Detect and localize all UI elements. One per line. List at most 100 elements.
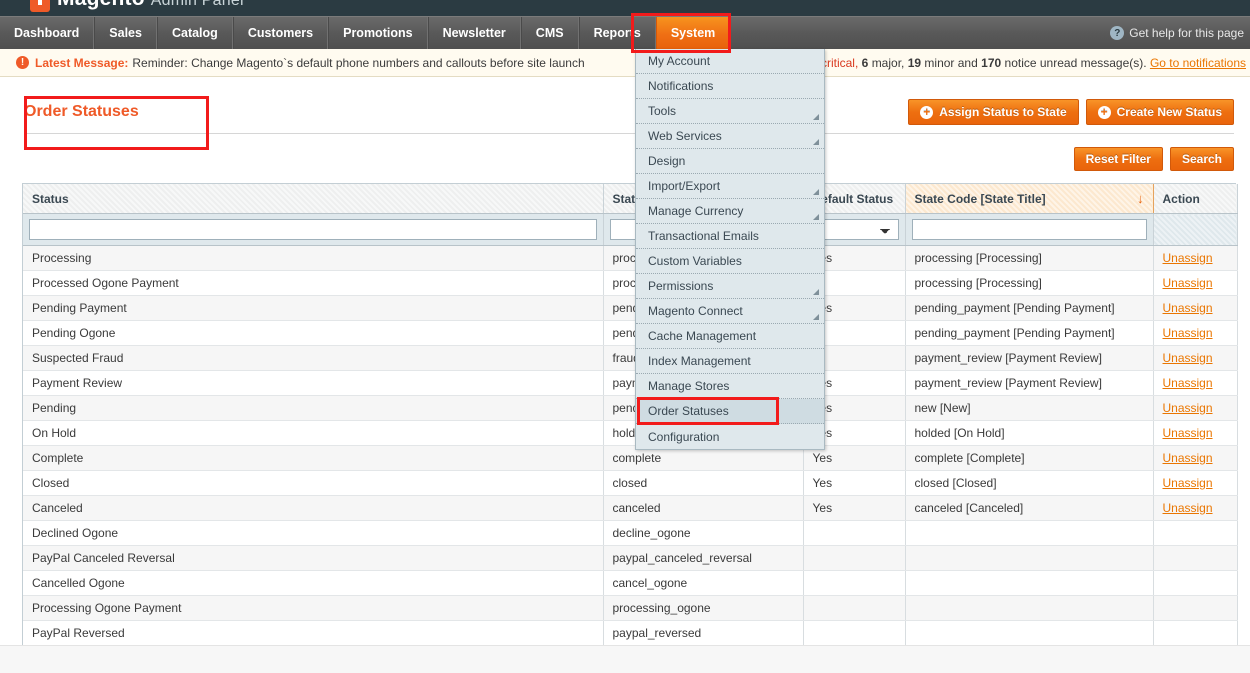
column-header-state-code[interactable]: State Code [State Title] ↓ — [904, 184, 1154, 214]
cell-action[interactable] — [1153, 520, 1238, 546]
unassign-link[interactable]: Unassign — [1163, 251, 1213, 265]
cell-action[interactable]: Unassign — [1153, 445, 1238, 471]
nav-item-newsletter[interactable]: Newsletter — [427, 17, 521, 49]
system-menu-item-custom-variables[interactable]: Custom Variables — [636, 249, 824, 274]
cell-status: Closed — [23, 470, 604, 496]
status-filter-input[interactable] — [29, 219, 597, 240]
table-row[interactable]: Pending Paymentpending_paymentYespending… — [23, 295, 1238, 321]
cell-state-code: processing [Processing] — [905, 245, 1154, 271]
cell-action[interactable]: Unassign — [1153, 245, 1238, 271]
cell-action[interactable]: Unassign — [1153, 420, 1238, 446]
cell-action[interactable]: Unassign — [1153, 395, 1238, 421]
page-header: Order Statuses + Assign Status to State … — [24, 91, 1234, 133]
plus-circle-icon: + — [1097, 105, 1111, 119]
unassign-link[interactable]: Unassign — [1163, 301, 1213, 315]
table-row[interactable]: Payment Reviewpayment_reviewYespayment_r… — [23, 370, 1238, 396]
table-row[interactable]: Declined Ogone decline_ogone — [23, 520, 1238, 546]
system-menu-item-permissions[interactable]: Permissions — [636, 274, 824, 299]
system-menu-item-manage-stores[interactable]: Manage Stores — [636, 374, 824, 399]
system-menu-item-magento-connect[interactable]: Magento Connect — [636, 299, 824, 324]
create-new-status-button[interactable]: + Create New Status — [1085, 99, 1234, 125]
system-menu-item-web-services[interactable]: Web Services — [636, 124, 824, 149]
system-menu-item-configuration[interactable]: Configuration — [636, 424, 824, 449]
nav-item-catalog[interactable]: Catalog — [156, 17, 233, 49]
table-row[interactable]: PendingpendingYesnew [New]Unassign — [23, 395, 1238, 421]
cell-state-code: holded [On Hold] — [905, 420, 1154, 446]
reset-filter-button[interactable]: Reset Filter — [1073, 147, 1163, 171]
cell-action[interactable] — [1153, 570, 1238, 596]
system-menu-item-cache-management[interactable]: Cache Management — [636, 324, 824, 349]
go-to-notifications-link[interactable]: Go to notifications — [1150, 56, 1246, 70]
brand-logo[interactable]: Magento Admin Panel — [30, 0, 244, 12]
cell-default-status — [803, 545, 906, 571]
nav-item-reports[interactable]: Reports — [578, 17, 656, 49]
nav-item-promotions[interactable]: Promotions — [328, 17, 428, 49]
table-row[interactable]: Processing Ogone Payment processing_ogone — [23, 595, 1238, 621]
table-row[interactable]: On HoldholdedYesholded [On Hold]Unassign — [23, 420, 1238, 446]
table-row[interactable]: ProcessingprocessingYesprocessing [Proce… — [23, 245, 1238, 271]
nav-item-customers[interactable]: Customers — [232, 17, 329, 49]
brand-text: Magento Admin Panel — [57, 0, 244, 11]
critical-count-text: critical, — [820, 55, 859, 70]
system-menu-item-tools[interactable]: Tools — [636, 99, 824, 124]
table-row[interactable]: Cancelled Ogone cancel_ogone — [23, 570, 1238, 596]
cell-status-code: paypal_canceled_reversal — [603, 545, 804, 571]
unassign-link[interactable]: Unassign — [1163, 501, 1213, 515]
nav-item-dashboard[interactable]: Dashboard — [0, 17, 95, 49]
unassign-link[interactable]: Unassign — [1163, 376, 1213, 390]
table-row[interactable]: Closed closed Yes closed [Closed] Unassign — [23, 470, 1238, 496]
order-statuses-table: Status Status Code Default Status State … — [23, 184, 1238, 673]
cell-action[interactable] — [1153, 620, 1238, 646]
nav-item-system[interactable]: System — [655, 17, 731, 49]
alert-circle-icon: ! — [16, 56, 29, 69]
filter-cell-state-code — [905, 213, 1154, 246]
system-menu-item-label: My Account — [648, 54, 711, 68]
system-menu-item-design[interactable]: Design — [636, 149, 824, 174]
column-header-status[interactable]: Status — [23, 184, 604, 214]
system-menu-item-notifications[interactable]: Notifications — [636, 74, 824, 99]
cell-state-code: processing [Processing] — [905, 270, 1154, 296]
cell-action[interactable]: Unassign — [1153, 345, 1238, 371]
nav-item-sales[interactable]: Sales — [94, 17, 157, 49]
system-menu-item-index-management[interactable]: Index Management — [636, 349, 824, 374]
unassign-link[interactable]: Unassign — [1163, 451, 1213, 465]
cell-action[interactable]: Unassign — [1153, 320, 1238, 346]
unassign-link[interactable]: Unassign — [1163, 401, 1213, 415]
table-row[interactable]: Processed Ogone Paymentprocessed_ogonepr… — [23, 270, 1238, 296]
unassign-link[interactable]: Unassign — [1163, 351, 1213, 365]
cell-action[interactable]: Unassign — [1153, 370, 1238, 396]
cell-action[interactable] — [1153, 595, 1238, 621]
table-row[interactable]: Canceled canceled Yes canceled [Canceled] Un… — [23, 495, 1238, 521]
cell-status: Pending Ogone — [23, 320, 604, 346]
search-button[interactable]: Search — [1169, 147, 1234, 171]
cell-action[interactable]: Unassign — [1153, 270, 1238, 296]
main-navigation: Dashboard Sales Catalog Customers Promot… — [0, 16, 1250, 49]
table-row[interactable]: PayPal Canceled Reversal paypal_canceled_… — [23, 545, 1238, 571]
cell-status: Pending — [23, 395, 604, 421]
table-row[interactable]: Complete complete Yes complete [Complete] Un… — [23, 445, 1238, 471]
table-row[interactable]: Pending Ogonepending_ogonepending_paymen… — [23, 320, 1238, 346]
system-menu-item-my-account[interactable]: My Account — [636, 49, 824, 74]
cell-state-code: payment_review [Payment Review] — [905, 345, 1154, 371]
submenu-arrow-icon — [813, 189, 819, 195]
unassign-link[interactable]: Unassign — [1163, 476, 1213, 490]
system-menu-item-import-export[interactable]: Import/Export — [636, 174, 824, 199]
unread-counts: critical, 6 major, 19 minor and 170 noti… — [821, 56, 1250, 70]
nav-help-area[interactable]: ? Get help for this page — [1110, 17, 1250, 49]
cell-action[interactable]: Unassign — [1153, 295, 1238, 321]
state-code-filter-input[interactable] — [911, 219, 1147, 240]
table-row[interactable]: PayPal Reversed paypal_reversed — [23, 620, 1238, 646]
unassign-link[interactable]: Unassign — [1163, 326, 1213, 340]
nav-item-cms[interactable]: CMS — [520, 17, 579, 49]
cell-status-code: canceled — [603, 495, 804, 521]
unassign-link[interactable]: Unassign — [1163, 426, 1213, 440]
assign-status-to-state-button[interactable]: + Assign Status to State — [908, 99, 1079, 125]
unassign-link[interactable]: Unassign — [1163, 276, 1213, 290]
cell-action[interactable] — [1153, 545, 1238, 571]
cell-action[interactable]: Unassign — [1153, 495, 1238, 521]
table-row[interactable]: Suspected Fraud fraud payment_review [Paym… — [23, 345, 1238, 371]
system-menu-item-transactional-emails[interactable]: Transactional Emails — [636, 224, 824, 249]
cell-action[interactable]: Unassign — [1153, 470, 1238, 496]
system-menu-item-manage-currency[interactable]: Manage Currency — [636, 199, 824, 224]
system-menu-item-order-statuses[interactable]: Order Statuses — [636, 399, 824, 424]
